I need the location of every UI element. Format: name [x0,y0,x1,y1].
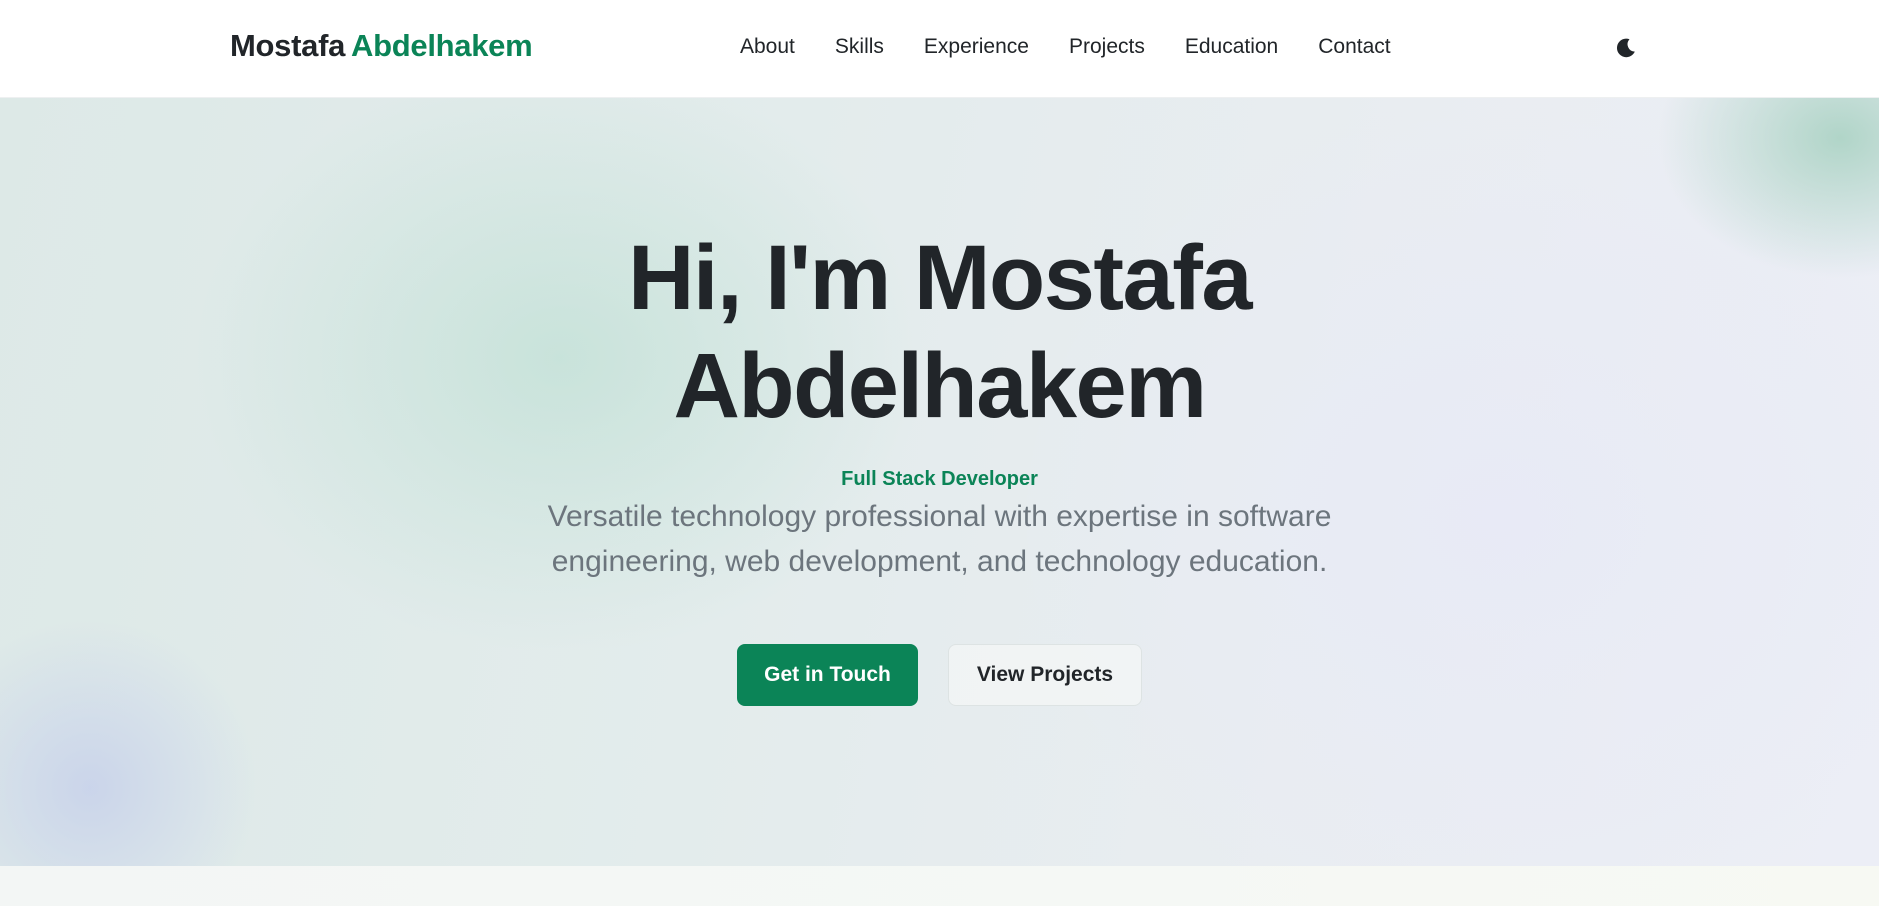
moon-icon [1616,38,1635,58]
hero-description: Versatile technology professional with e… [547,500,1332,578]
get-in-touch-button[interactable]: Get in Touch [737,644,918,706]
hero-section: Hi, I'm Mostafa Abdelhakem Full Stack De… [0,98,1879,866]
hero-title-line-2: Abdelhakem [673,335,1207,437]
hero-title-line-1: Hi, I'm Mostafa [627,227,1253,329]
nav-link-education[interactable]: Education [1185,35,1278,59]
nav-link-about[interactable]: About [740,35,795,59]
hero-role: Full Stack Developer [841,468,1038,490]
navbar: Mostafa Abdelhakem About Skills Experienc… [0,0,1879,98]
view-projects-button[interactable]: View Projects [948,644,1142,706]
hero-title: Hi, I'm Mostafa Abdelhakem [0,224,1879,440]
next-section-top [0,866,1879,906]
nav-link-skills[interactable]: Skills [835,35,884,59]
theme-toggle-button[interactable] [1608,30,1644,66]
nav-link-experience[interactable]: Experience [924,35,1029,59]
brand-last-name: Abdelhakem [351,28,533,63]
nav-links: About Skills Experience Projects Educati… [740,35,1391,59]
nav-link-contact[interactable]: Contact [1318,35,1390,59]
brand-logo[interactable]: Mostafa Abdelhakem [230,28,533,64]
nav-link-projects[interactable]: Projects [1069,35,1145,59]
brand-first-name: Mostafa [230,28,346,63]
